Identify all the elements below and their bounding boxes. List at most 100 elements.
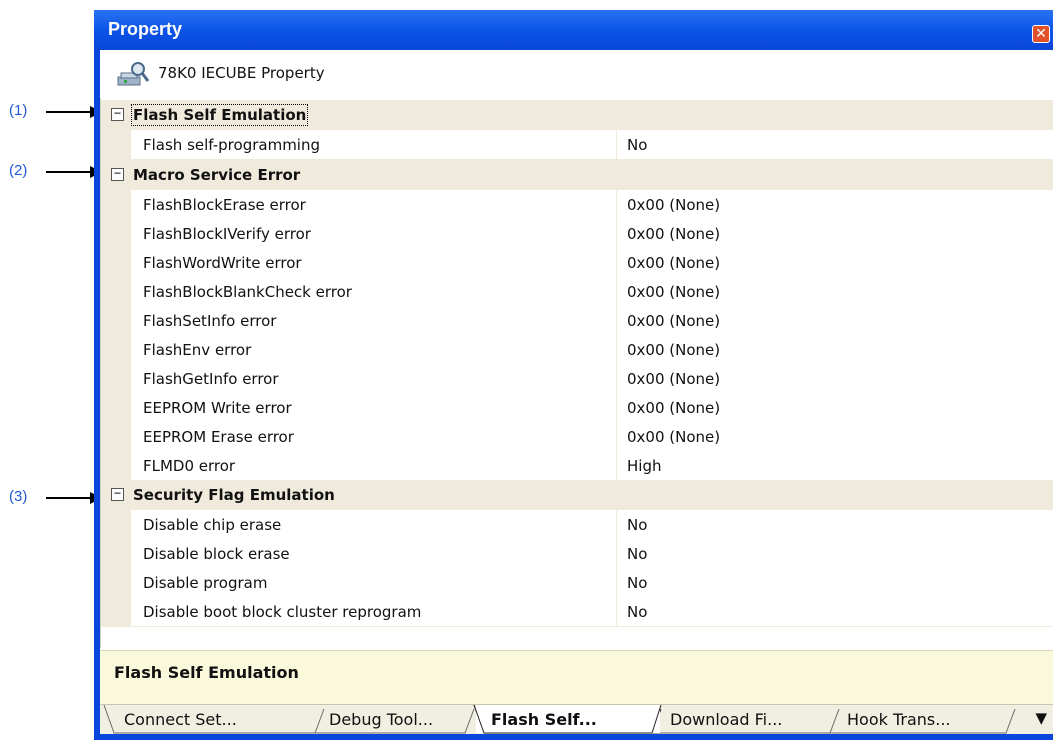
callout-label: (3) bbox=[9, 488, 28, 505]
property-row[interactable]: FlashWordWrite error 0x00 (None) bbox=[101, 248, 1053, 278]
property-row[interactable]: Disable boot block cluster reprogram No bbox=[101, 597, 1053, 627]
property-row[interactable]: Disable chip erase No bbox=[101, 510, 1053, 540]
property-value[interactable]: No bbox=[627, 136, 647, 154]
property-row[interactable]: FlashGetInfo error 0x00 (None) bbox=[101, 364, 1053, 394]
property-name: Flash self-programming bbox=[143, 136, 320, 154]
tab-label: Connect Set... bbox=[124, 710, 237, 729]
category-label: Security Flag Emulation bbox=[133, 486, 335, 504]
column-divider bbox=[616, 364, 617, 394]
row-indent bbox=[101, 306, 131, 336]
property-window: Property ✕ 78K0 IECUBE Property − Flash … bbox=[94, 10, 1053, 740]
property-name: Disable chip erase bbox=[143, 516, 282, 534]
category-flash-self-emulation[interactable]: − Flash Self Emulation bbox=[101, 100, 1053, 130]
property-panel: 78K0 IECUBE Property − Flash Self Emulat… bbox=[100, 50, 1053, 734]
row-indent bbox=[101, 248, 131, 278]
property-name: FlashGetInfo error bbox=[143, 370, 279, 388]
property-name: FLMD0 error bbox=[143, 457, 236, 475]
row-indent bbox=[101, 422, 131, 452]
row-indent bbox=[101, 130, 131, 160]
property-row[interactable]: FlashBlockBlankCheck error 0x00 (None) bbox=[101, 277, 1053, 307]
collapse-icon[interactable]: − bbox=[111, 107, 124, 121]
property-value[interactable]: No bbox=[627, 574, 647, 592]
property-value[interactable]: 0x00 (None) bbox=[627, 196, 720, 214]
property-row[interactable]: FLMD0 error High bbox=[101, 451, 1053, 481]
row-indent bbox=[101, 393, 131, 423]
callout-1: (1) bbox=[0, 101, 103, 123]
description-text: Flash Self Emulation bbox=[114, 663, 299, 682]
tab-connect-settings[interactable]: Connect Set... bbox=[110, 705, 315, 735]
property-name: FlashBlockIVerify error bbox=[143, 225, 311, 243]
property-value[interactable]: 0x00 (None) bbox=[627, 341, 720, 359]
row-indent bbox=[101, 568, 131, 598]
collapse-icon[interactable]: − bbox=[111, 487, 124, 501]
property-name: Disable program bbox=[143, 574, 268, 592]
callout-label: (2) bbox=[9, 162, 28, 179]
column-divider bbox=[616, 335, 617, 365]
property-value[interactable]: 0x00 (None) bbox=[627, 312, 720, 330]
property-value[interactable]: 0x00 (None) bbox=[627, 370, 720, 388]
property-value[interactable]: 0x00 (None) bbox=[627, 225, 720, 243]
property-value[interactable]: No bbox=[627, 516, 647, 534]
tab-hook-transaction[interactable]: Hook Trans... bbox=[835, 705, 1010, 735]
row-indent bbox=[101, 335, 131, 365]
column-divider bbox=[616, 130, 617, 160]
property-value[interactable]: 0x00 (None) bbox=[627, 399, 720, 417]
tab-debug-tool[interactable]: Debug Tool... bbox=[315, 705, 475, 735]
property-name: FlashEnv error bbox=[143, 341, 252, 359]
property-row[interactable]: FlashSetInfo error 0x00 (None) bbox=[101, 306, 1053, 336]
row-indent bbox=[101, 539, 131, 569]
callout-3: (3) bbox=[0, 487, 103, 509]
property-name: FlashBlockErase error bbox=[143, 196, 306, 214]
callout-2: (2) bbox=[0, 161, 103, 183]
property-name: Disable block erase bbox=[143, 545, 290, 563]
column-divider bbox=[616, 190, 617, 220]
close-icon[interactable]: ✕ bbox=[1032, 25, 1050, 43]
column-divider bbox=[616, 422, 617, 452]
property-value[interactable]: High bbox=[627, 457, 661, 475]
tab-label: Download Fi... bbox=[670, 710, 783, 729]
property-row[interactable]: FlashBlockErase error 0x00 (None) bbox=[101, 190, 1053, 220]
column-divider bbox=[616, 568, 617, 598]
tab-label: Hook Trans... bbox=[847, 710, 951, 729]
property-value[interactable]: 0x00 (None) bbox=[627, 283, 720, 301]
property-value[interactable]: No bbox=[627, 603, 647, 621]
category-security-flag-emulation[interactable]: − Security Flag Emulation bbox=[101, 480, 1053, 510]
column-divider bbox=[616, 248, 617, 278]
column-divider bbox=[616, 277, 617, 307]
category-macro-service-error[interactable]: − Macro Service Error bbox=[101, 160, 1053, 190]
column-divider bbox=[616, 393, 617, 423]
property-row[interactable]: Flash self-programming No bbox=[101, 130, 1053, 160]
window-title: Property bbox=[108, 19, 183, 39]
property-row[interactable]: Disable block erase No bbox=[101, 539, 1053, 569]
property-value[interactable]: 0x00 (None) bbox=[627, 428, 720, 446]
category-label: Macro Service Error bbox=[133, 166, 301, 184]
row-indent bbox=[101, 190, 131, 220]
column-divider bbox=[616, 510, 617, 540]
property-name: FlashSetInfo error bbox=[143, 312, 277, 330]
property-row[interactable]: FlashEnv error 0x00 (None) bbox=[101, 335, 1053, 365]
callout-label: (1) bbox=[9, 102, 28, 119]
column-divider bbox=[616, 306, 617, 336]
property-row[interactable]: EEPROM Erase error 0x00 (None) bbox=[101, 422, 1053, 452]
property-value[interactable]: No bbox=[627, 545, 647, 563]
row-indent bbox=[101, 597, 131, 627]
property-tool-icon bbox=[117, 62, 150, 86]
property-name: EEPROM Write error bbox=[143, 399, 292, 417]
tab-overflow-icon[interactable]: ▼ bbox=[1035, 709, 1047, 727]
tab-flash-self[interactable]: Flash Self... bbox=[475, 705, 660, 735]
property-row[interactable]: EEPROM Write error 0x00 (None) bbox=[101, 393, 1053, 423]
row-indent bbox=[101, 219, 131, 249]
property-value[interactable]: 0x00 (None) bbox=[627, 254, 720, 272]
property-header: 78K0 IECUBE Property bbox=[100, 50, 1053, 98]
row-indent bbox=[101, 277, 131, 307]
tab-download-file[interactable]: Download Fi... bbox=[660, 705, 835, 735]
column-divider bbox=[616, 597, 617, 627]
property-row[interactable]: FlashBlockIVerify error 0x00 (None) bbox=[101, 219, 1053, 249]
collapse-icon[interactable]: − bbox=[111, 167, 124, 181]
row-indent bbox=[101, 451, 131, 481]
column-divider bbox=[616, 219, 617, 249]
property-name: EEPROM Erase error bbox=[143, 428, 294, 446]
category-label: Flash Self Emulation bbox=[130, 104, 309, 126]
title-bar[interactable]: Property ✕ bbox=[94, 10, 1053, 50]
property-row[interactable]: Disable program No bbox=[101, 568, 1053, 598]
